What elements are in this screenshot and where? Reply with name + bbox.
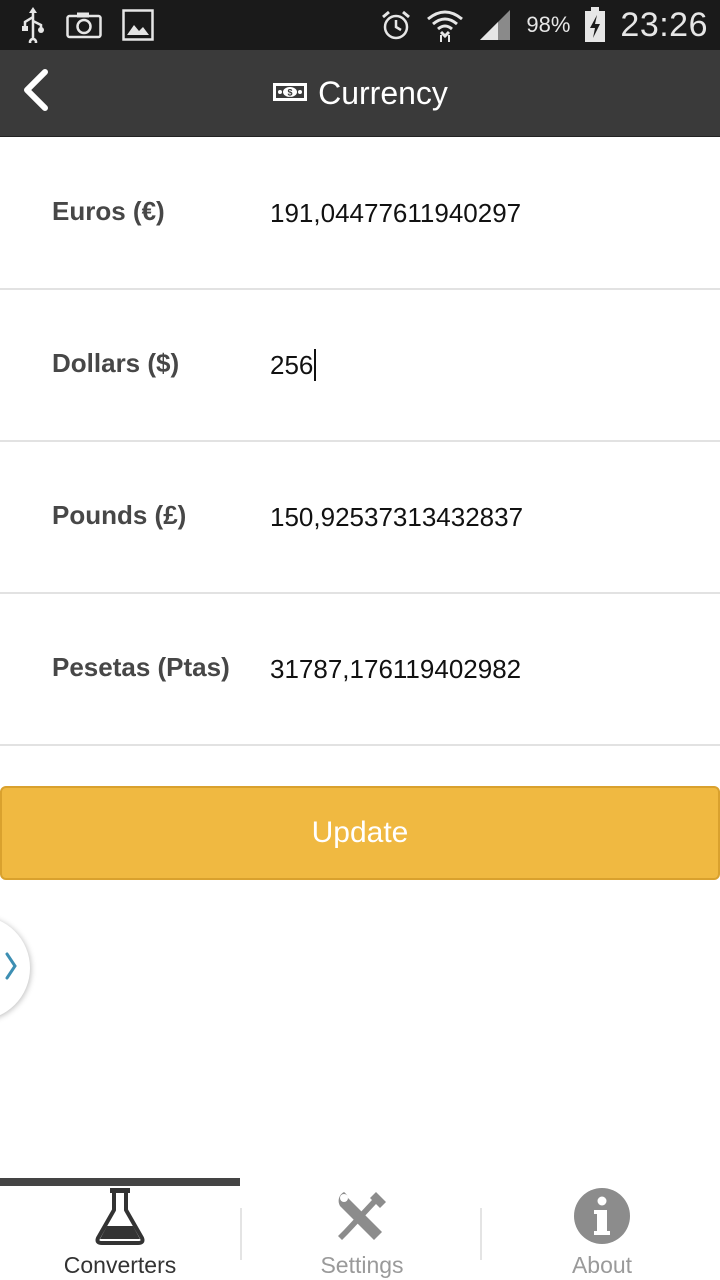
pesetas-label: Pesetas (Ptas) [52, 652, 230, 682]
dollars-label: Dollars ($) [52, 348, 180, 378]
currency-row-pesetas: Pesetas (Ptas) 31787,176119402982 [0, 594, 720, 746]
chevron-right-icon [4, 951, 18, 986]
text-cursor [314, 349, 317, 382]
alarm-icon [380, 9, 412, 41]
currency-row-dollars: Dollars ($) 256 [0, 290, 720, 442]
currency-row-euros: Euros (€) 191,04477611940297 [0, 138, 720, 290]
tools-icon [334, 1188, 390, 1249]
gallery-icon [122, 9, 154, 41]
drawer-handle[interactable] [0, 916, 30, 1020]
flask-icon [92, 1186, 148, 1251]
dollars-field[interactable]: 256 [270, 349, 700, 383]
pounds-label: Pounds (£) [52, 500, 187, 530]
euros-field[interactable]: 191,04477611940297 [270, 198, 700, 229]
active-tab-indicator [0, 1178, 240, 1186]
status-bar: 98% 23:26 [0, 0, 720, 50]
nav-converters-label: Converters [63, 1252, 177, 1278]
pounds-field[interactable]: 150,92537313432837 [270, 502, 700, 533]
nav-about-label: About [571, 1252, 633, 1278]
battery-charging-icon [584, 7, 606, 43]
info-icon [572, 1186, 632, 1251]
clock: 23:26 [620, 5, 708, 44]
page-title: Currency [318, 75, 448, 111]
pesetas-field[interactable]: 31787,176119402982 [270, 654, 700, 685]
dollars-field-text: 256 [270, 350, 314, 380]
usb-icon [20, 7, 46, 43]
battery-percent: 98% [526, 12, 571, 37]
update-button[interactable]: Update [0, 786, 720, 880]
nav-converters[interactable]: Converters [0, 1178, 240, 1280]
svg-text:$: $ [288, 88, 293, 98]
signal-icon [478, 8, 512, 42]
bottom-nav: Converters Settings About [0, 1178, 720, 1280]
currency-row-pounds: Pounds (£) 150,92537313432837 [0, 442, 720, 594]
euros-label: Euros (€) [52, 196, 165, 226]
banknote-icon: $ [272, 75, 308, 112]
nav-settings-label: Settings [320, 1252, 404, 1278]
app-bar: $ Currency [0, 50, 720, 137]
camera-icon [66, 11, 102, 39]
app-title: $ Currency [0, 50, 720, 137]
nav-about[interactable]: About [482, 1178, 720, 1280]
wifi-icon [426, 7, 464, 43]
currency-list: Euros (€) 191,04477611940297 Dollars ($)… [0, 138, 720, 746]
nav-settings[interactable]: Settings [242, 1178, 482, 1280]
